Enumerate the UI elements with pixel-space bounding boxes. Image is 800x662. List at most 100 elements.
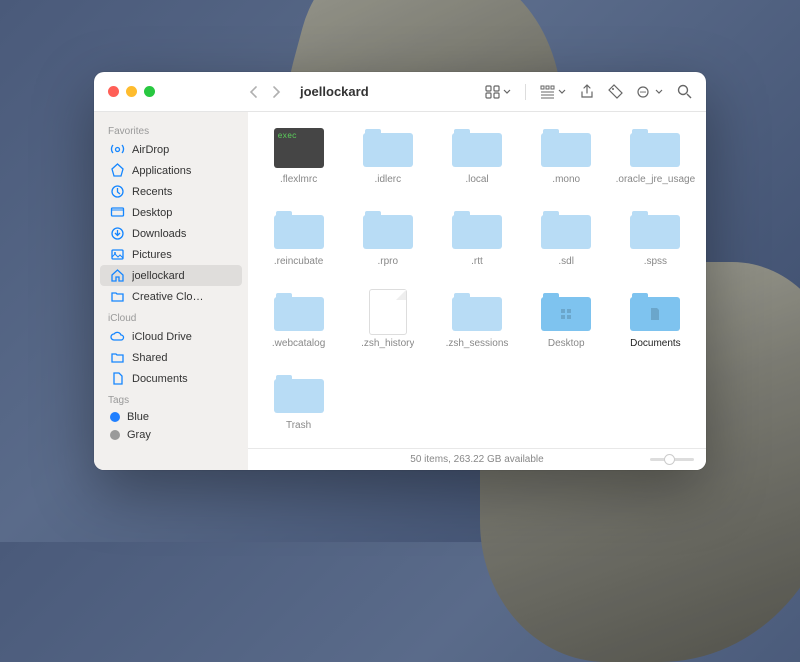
desktop-icon bbox=[110, 205, 125, 220]
share-button[interactable] bbox=[580, 84, 594, 100]
sidebar-item-blue[interactable]: Blue bbox=[100, 408, 242, 426]
sidebar-item-icloud-drive[interactable]: iCloud Drive bbox=[100, 326, 242, 347]
grid-item-label: Documents bbox=[630, 338, 681, 349]
apps-icon bbox=[110, 163, 125, 178]
sidebar-item-creative-clo-[interactable]: Creative Clo… bbox=[100, 286, 242, 307]
folder-icon bbox=[451, 208, 503, 252]
airdrop-icon bbox=[110, 142, 125, 157]
window-title: joellockard bbox=[300, 84, 369, 99]
grid-item-label: .oracle_jre_usage bbox=[616, 174, 696, 185]
grid-item[interactable]: Desktop bbox=[522, 290, 611, 372]
chevron-down-icon bbox=[503, 88, 511, 96]
grid-item-label: .zsh_history bbox=[361, 338, 414, 349]
file-icon bbox=[362, 290, 414, 334]
chevron-down-icon bbox=[558, 88, 566, 96]
sidebar-item-documents[interactable]: Documents bbox=[100, 368, 242, 389]
group-by-button[interactable] bbox=[540, 85, 566, 99]
grid-item-label: .mono bbox=[552, 174, 580, 185]
folder-icon bbox=[273, 290, 325, 334]
exec-icon bbox=[273, 126, 325, 170]
grid-item-label: .idlerc bbox=[374, 174, 401, 185]
back-button[interactable] bbox=[248, 85, 258, 99]
sidebar-item-gray[interactable]: Gray bbox=[100, 426, 242, 444]
tags-button[interactable] bbox=[608, 84, 623, 99]
grid-item-label: .rpro bbox=[378, 256, 399, 267]
folder-icon bbox=[451, 126, 503, 170]
nav-controls: joellockard bbox=[248, 84, 369, 99]
sidebar-item-downloads[interactable]: Downloads bbox=[100, 223, 242, 244]
status-bar: 50 items, 263.22 GB available bbox=[248, 448, 706, 470]
toolbar-separator bbox=[525, 84, 526, 100]
sidebar-item-desktop[interactable]: Desktop bbox=[100, 202, 242, 223]
sidebar-item-applications[interactable]: Applications bbox=[100, 160, 242, 181]
sidebar-item-label: Desktop bbox=[132, 207, 172, 219]
icon-grid[interactable]: .flexlmrc .idlerc .local .mono .oracle_jre_u… bbox=[248, 112, 706, 448]
sidebar-item-label: joellockard bbox=[132, 270, 185, 282]
sidebar-header: Tags bbox=[94, 389, 248, 408]
grid-item[interactable]: .rtt bbox=[432, 208, 521, 290]
grid-item-label: .spss bbox=[644, 256, 667, 267]
folder-icon bbox=[540, 290, 592, 334]
grid-item[interactable]: .reincubate bbox=[254, 208, 343, 290]
grid-item[interactable]: Documents bbox=[611, 290, 700, 372]
grid-item[interactable]: .webcatalog bbox=[254, 290, 343, 372]
grid-item[interactable]: .zsh_history bbox=[343, 290, 432, 372]
close-button[interactable] bbox=[108, 86, 119, 97]
grid-item[interactable]: .oracle_jre_usage bbox=[611, 126, 700, 208]
sidebar-item-label: Pictures bbox=[132, 249, 172, 261]
grid-item-label: .reincubate bbox=[274, 256, 323, 267]
tag-dot-icon bbox=[110, 412, 120, 422]
action-button[interactable] bbox=[637, 85, 663, 99]
finder-window: joellockard bbox=[94, 72, 706, 470]
sidebar-item-joellockard[interactable]: joellockard bbox=[100, 265, 242, 286]
icon-size-slider[interactable] bbox=[650, 458, 694, 461]
pictures-icon bbox=[110, 247, 125, 262]
sidebar-item-recents[interactable]: Recents bbox=[100, 181, 242, 202]
grid-item[interactable]: .spss bbox=[611, 208, 700, 290]
sidebar-item-label: iCloud Drive bbox=[132, 331, 192, 343]
folder-icon bbox=[110, 289, 125, 304]
home-icon bbox=[110, 268, 125, 283]
grid-item[interactable]: .flexlmrc bbox=[254, 126, 343, 208]
folder-icon bbox=[629, 208, 681, 252]
recents-icon bbox=[110, 184, 125, 199]
grid-item-label: .zsh_sessions bbox=[446, 338, 509, 349]
grid-item[interactable]: .local bbox=[432, 126, 521, 208]
sidebar-item-pictures[interactable]: Pictures bbox=[100, 244, 242, 265]
grid-item[interactable]: .sdl bbox=[522, 208, 611, 290]
grid-item[interactable]: .rpro bbox=[343, 208, 432, 290]
forward-button[interactable] bbox=[272, 85, 282, 99]
grid-item[interactable]: .zsh_sessions bbox=[432, 290, 521, 372]
view-icons-button[interactable] bbox=[485, 85, 511, 99]
sidebar-item-label: Blue bbox=[127, 411, 149, 423]
downloads-icon bbox=[110, 226, 125, 241]
chevron-down-icon bbox=[655, 88, 663, 96]
grid-item[interactable]: .idlerc bbox=[343, 126, 432, 208]
sidebar-header: iCloud bbox=[94, 307, 248, 326]
grid-item[interactable]: Trash bbox=[254, 372, 343, 448]
folder-icon bbox=[629, 126, 681, 170]
sidebar-item-shared[interactable]: Shared bbox=[100, 347, 242, 368]
sidebar-item-label: Gray bbox=[127, 429, 151, 441]
sidebar-item-label: Recents bbox=[132, 186, 172, 198]
icloud-icon bbox=[110, 329, 125, 344]
doc-badge-icon bbox=[648, 307, 662, 321]
grid-item-label: .local bbox=[465, 174, 488, 185]
grid-item-label: Desktop bbox=[548, 338, 585, 349]
documents-icon bbox=[110, 371, 125, 386]
grid-item[interactable]: .mono bbox=[522, 126, 611, 208]
titlebar: joellockard bbox=[94, 72, 706, 112]
zoom-button[interactable] bbox=[144, 86, 155, 97]
sidebar-item-airdrop[interactable]: AirDrop bbox=[100, 139, 242, 160]
shared-icon bbox=[110, 350, 125, 365]
folder-icon bbox=[629, 290, 681, 334]
search-button[interactable] bbox=[677, 84, 692, 99]
sidebar-item-label: Documents bbox=[132, 373, 188, 385]
grid-item-label: .rtt bbox=[471, 256, 483, 267]
grid-item-label: .webcatalog bbox=[272, 338, 325, 349]
folder-icon bbox=[540, 208, 592, 252]
folder-icon bbox=[273, 208, 325, 252]
sidebar-item-label: Applications bbox=[132, 165, 191, 177]
grid-badge-icon bbox=[559, 307, 573, 321]
minimize-button[interactable] bbox=[126, 86, 137, 97]
